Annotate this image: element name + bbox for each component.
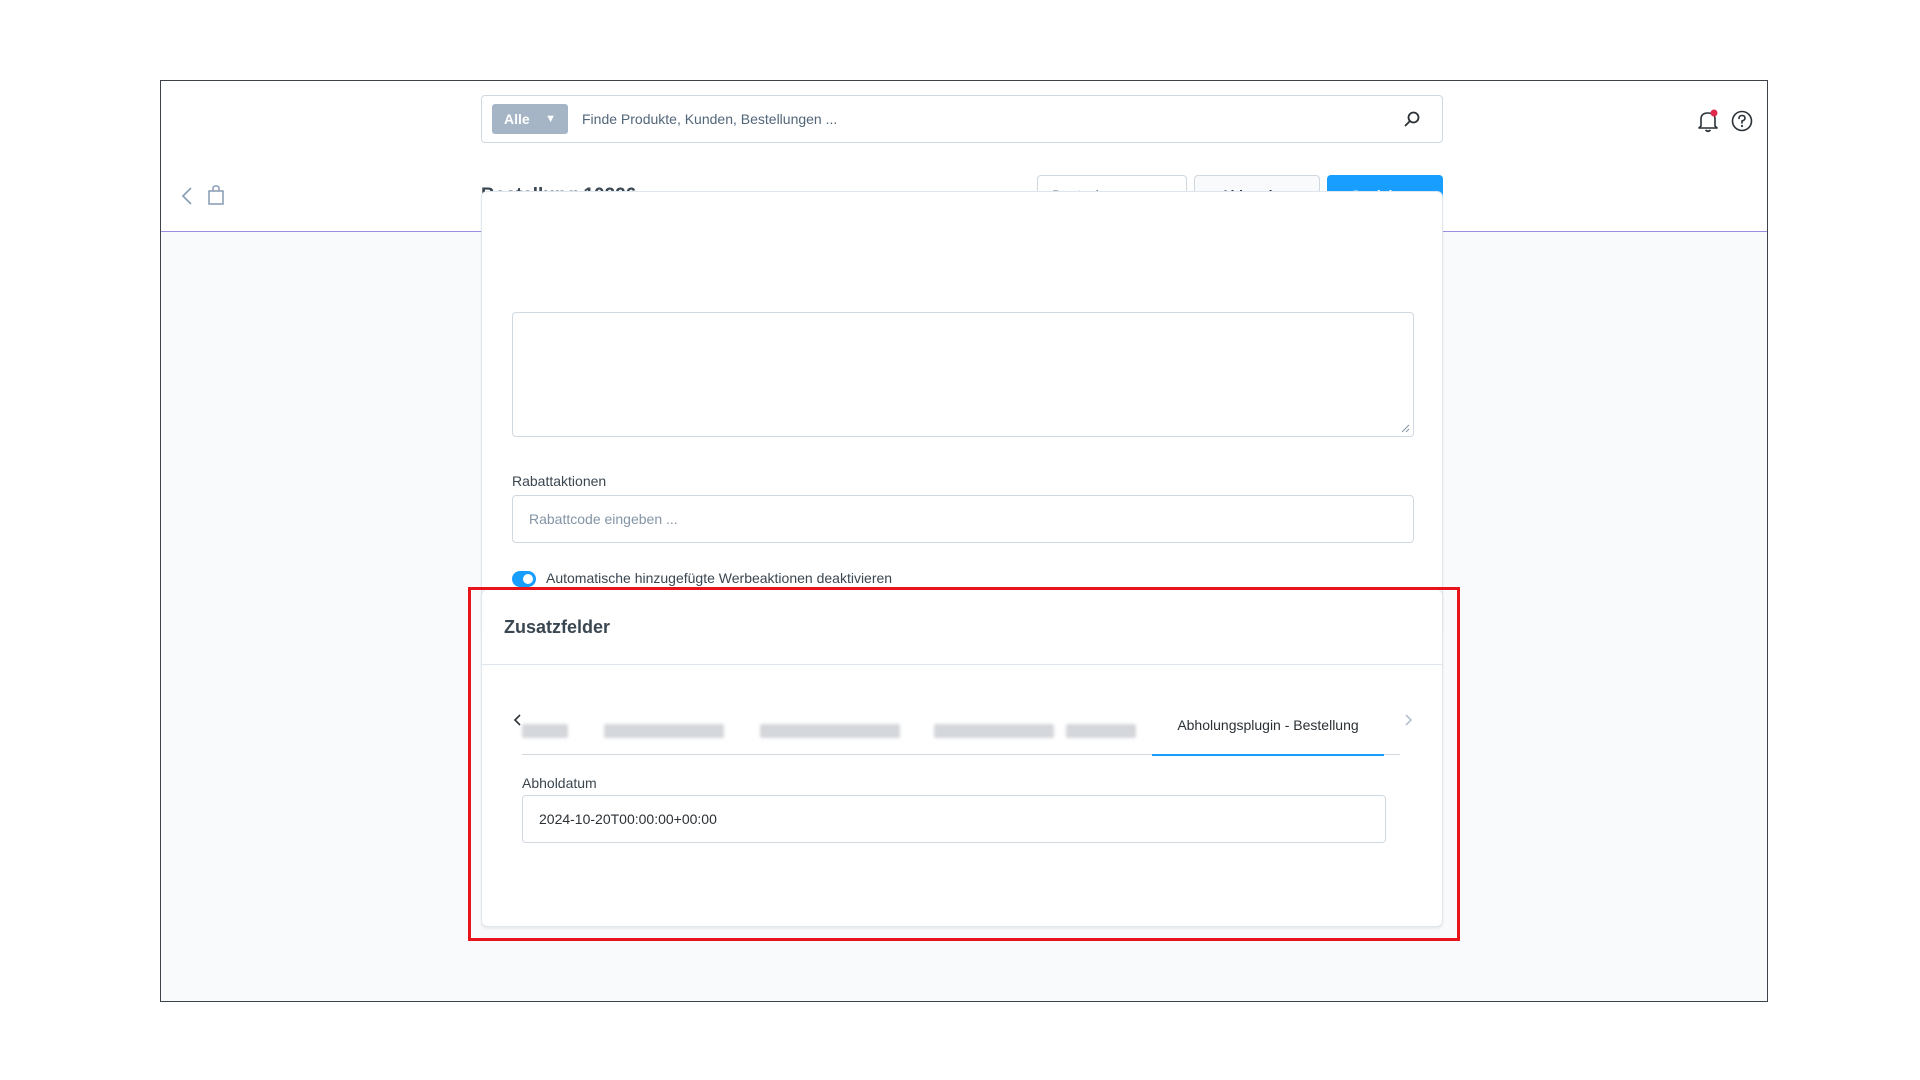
rabatt-label: Rabattaktionen [512, 473, 607, 489]
resize-handle-icon[interactable] [1401, 424, 1410, 433]
order-details-card: Rabattaktionen Rabattcode eingeben ... A… [481, 191, 1443, 636]
toggle-label: Automatische hinzugefügte Werbeaktionen … [546, 570, 893, 586]
highlight-frame [468, 587, 1460, 941]
search-icon[interactable] [1404, 111, 1420, 127]
comment-textarea[interactable] [512, 312, 1414, 437]
notification-bell-icon[interactable] [1697, 109, 1719, 133]
global-search: Alle ▼ Finde Produkte, Kunden, Bestellun… [481, 95, 1443, 143]
help-icon[interactable] [1731, 110, 1753, 132]
rabatt-code-input[interactable]: Rabattcode eingeben ... [512, 495, 1414, 543]
search-type-dropdown[interactable]: Alle ▼ [492, 104, 568, 134]
back-arrow-icon[interactable] [181, 187, 193, 205]
disable-promotions-toggle[interactable] [512, 571, 536, 587]
search-input[interactable]: Finde Produkte, Kunden, Bestellungen ... [582, 96, 837, 142]
top-bar: Alle ▼ Finde Produkte, Kunden, Bestellun… [161, 81, 1767, 162]
chevron-down-icon: ▼ [545, 113, 556, 125]
toggle-knob [523, 574, 533, 584]
search-type-label: Alle [504, 111, 530, 127]
shopping-bag-icon [208, 185, 224, 205]
